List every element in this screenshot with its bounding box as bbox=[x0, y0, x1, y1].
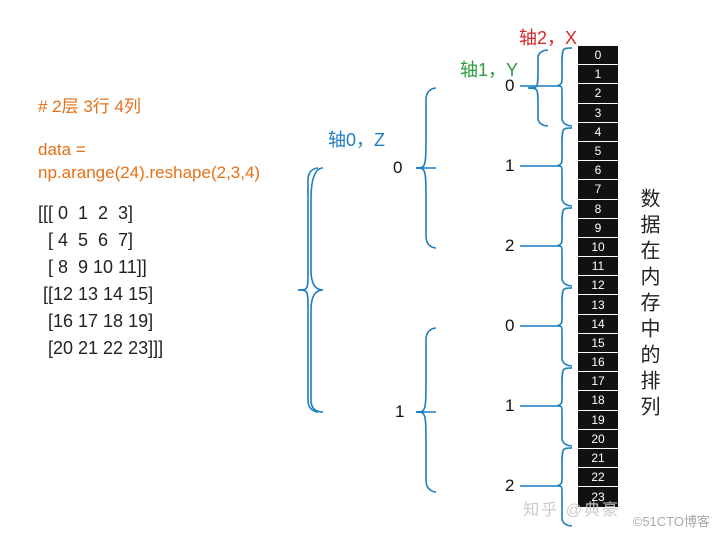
code-line-1: data = bbox=[38, 140, 86, 160]
watermark-51cto: ©51CTO博客 bbox=[633, 511, 710, 530]
memory-cell: 21 bbox=[578, 449, 618, 468]
matrix-row: [[12 13 14 15] bbox=[38, 281, 163, 308]
memory-cell: 5 bbox=[578, 142, 618, 161]
code-line-2: np.arange(24).reshape(2,3,4) bbox=[38, 163, 260, 183]
node-y01: 1 bbox=[505, 156, 514, 176]
matrix-row: [16 17 18 19] bbox=[38, 308, 163, 335]
memory-cell: 1 bbox=[578, 65, 618, 84]
matrix-row: [ 8 9 10 11]] bbox=[38, 254, 163, 281]
memory-cell: 22 bbox=[578, 468, 618, 487]
memory-cell: 18 bbox=[578, 391, 618, 410]
memory-cell: 10 bbox=[578, 238, 618, 257]
memory-cell: 0 bbox=[578, 46, 618, 65]
watermark-zhihu: 知乎 @典豪 bbox=[523, 496, 620, 520]
memory-cell: 3 bbox=[578, 104, 618, 123]
axis0-label: 轴0，Z bbox=[328, 126, 385, 152]
node-y02: 2 bbox=[505, 236, 514, 256]
memory-cell: 7 bbox=[578, 180, 618, 199]
matrix-output: [[[ 0 1 2 3] [ 4 5 6 7] [ 8 9 10 11]] [[… bbox=[38, 200, 163, 362]
node-z1: 1 bbox=[395, 402, 404, 422]
memory-cell: 12 bbox=[578, 276, 618, 295]
code-comment: # 2层 3行 4列 bbox=[38, 92, 141, 117]
memory-cell: 20 bbox=[578, 430, 618, 449]
node-y00: 0 bbox=[505, 76, 514, 96]
node-y10: 0 bbox=[505, 316, 514, 336]
node-y11: 1 bbox=[505, 396, 514, 416]
memory-cell: 13 bbox=[578, 295, 618, 314]
matrix-row: [[[ 0 1 2 3] bbox=[38, 200, 163, 227]
node-z0: 0 bbox=[393, 158, 402, 178]
memory-cell: 19 bbox=[578, 411, 618, 430]
memory-column: 0 1 2 3 4 5 6 7 8 9 10 11 12 13 14 15 16… bbox=[578, 46, 618, 507]
memory-cell: 4 bbox=[578, 123, 618, 142]
node-y12: 2 bbox=[505, 476, 514, 496]
memory-cell: 2 bbox=[578, 84, 618, 103]
matrix-row: [20 21 22 23]]] bbox=[38, 335, 163, 362]
memory-cell: 17 bbox=[578, 372, 618, 391]
matrix-row: [ 4 5 6 7] bbox=[38, 227, 163, 254]
memory-layout-label: 数据在内存中的排列 bbox=[634, 188, 663, 422]
axis2-label: 轴2，X bbox=[519, 24, 577, 50]
memory-cell: 15 bbox=[578, 334, 618, 353]
memory-cell: 11 bbox=[578, 257, 618, 276]
memory-cell: 6 bbox=[578, 161, 618, 180]
memory-cell: 14 bbox=[578, 315, 618, 334]
memory-cell: 8 bbox=[578, 200, 618, 219]
memory-cell: 16 bbox=[578, 353, 618, 372]
memory-cell: 9 bbox=[578, 219, 618, 238]
